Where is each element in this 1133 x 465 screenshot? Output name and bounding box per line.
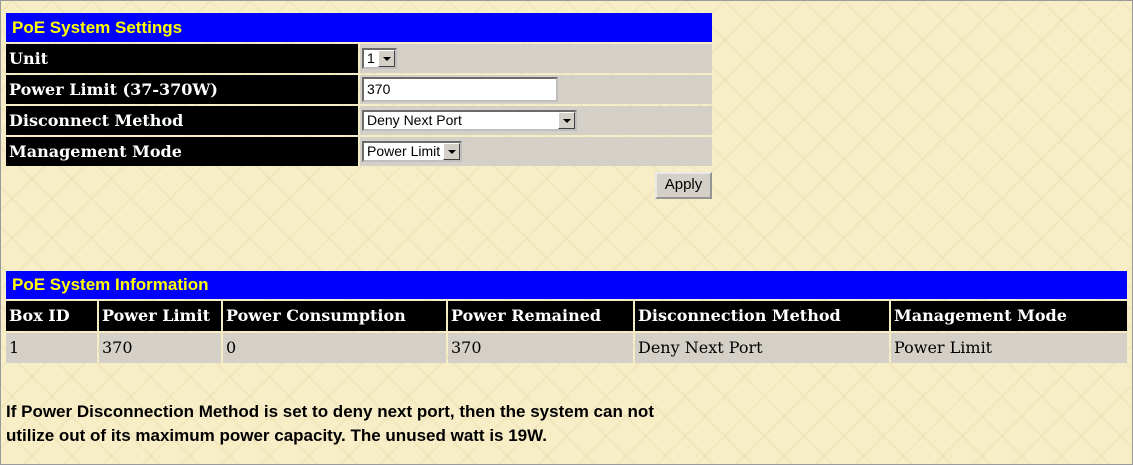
cell-power-limit: 370 <box>99 333 221 363</box>
disconnect-method-select[interactable]: Deny Next Port <box>362 110 577 131</box>
unit-select[interactable]: 1 <box>362 48 397 69</box>
chevron-down-icon[interactable] <box>443 143 461 160</box>
unit-select-value: 1 <box>367 50 375 66</box>
management-mode-label: Management Mode <box>6 137 358 166</box>
unit-value-cell: 1 <box>360 44 712 73</box>
management-mode-select-value: Power Limit <box>367 143 441 159</box>
info-title: PoE System Information <box>6 271 1127 299</box>
disconnect-method-select-value: Deny Next Port <box>367 112 462 128</box>
header-power-limit: Power Limit <box>99 301 221 331</box>
power-limit-row: Power Limit (37-370W) 370 <box>6 75 712 104</box>
disconnect-method-value-cell: Deny Next Port <box>360 106 712 135</box>
power-note: If Power Disconnection Method is set to … <box>6 400 906 448</box>
poe-system-information-panel: PoE System Information Box ID Power Limi… <box>6 271 1127 363</box>
management-mode-value-cell: Power Limit <box>360 137 712 166</box>
header-box-id: Box ID <box>6 301 97 331</box>
apply-row: Apply <box>6 168 712 201</box>
power-note-line-1: If Power Disconnection Method is set to … <box>6 402 654 421</box>
cell-box-id: 1 <box>6 333 97 363</box>
info-header-row: Box ID Power Limit Power Consumption Pow… <box>6 301 1127 331</box>
table-row: 1 370 0 370 Deny Next Port Power Limit <box>6 333 1127 363</box>
poe-system-settings-panel: PoE System Settings Unit 1 Power Limit (… <box>6 13 712 201</box>
cell-management-mode: Power Limit <box>891 333 1127 363</box>
header-management-mode: Management Mode <box>891 301 1127 331</box>
management-mode-row: Management Mode Power Limit <box>6 137 712 166</box>
power-limit-label: Power Limit (37-370W) <box>6 75 358 104</box>
unit-row: Unit 1 <box>6 44 712 73</box>
power-limit-value-cell: 370 <box>360 75 712 104</box>
unit-label: Unit <box>6 44 358 73</box>
cell-power-remained: 370 <box>448 333 633 363</box>
header-power-remained: Power Remained <box>448 301 633 331</box>
chevron-down-icon[interactable] <box>377 50 395 67</box>
management-mode-select[interactable]: Power Limit <box>362 141 463 162</box>
disconnect-method-row: Disconnect Method Deny Next Port <box>6 106 712 135</box>
settings-title: PoE System Settings <box>6 13 712 42</box>
chevron-down-icon[interactable] <box>558 112 575 129</box>
header-disconnection-method: Disconnection Method <box>635 301 889 331</box>
power-limit-input[interactable]: 370 <box>362 77 558 102</box>
apply-button[interactable]: Apply <box>655 172 712 199</box>
cell-disconnection-method: Deny Next Port <box>635 333 889 363</box>
disconnect-method-label: Disconnect Method <box>6 106 358 135</box>
cell-power-consumption: 0 <box>223 333 446 363</box>
power-note-line-2: utilize out of its maximum power capacit… <box>6 426 547 445</box>
header-power-consumption: Power Consumption <box>223 301 446 331</box>
